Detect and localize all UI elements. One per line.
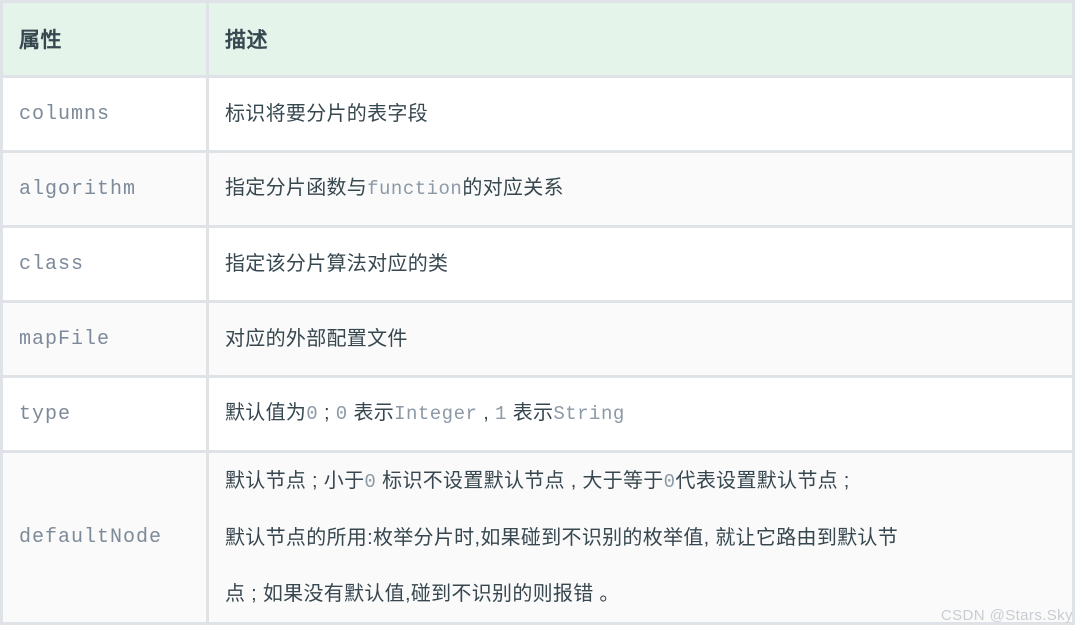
- attribute-name-cell: mapFile: [0, 303, 209, 378]
- inline-code: 0: [364, 471, 376, 493]
- table-row: class 指定该分片算法对应的类: [0, 228, 1075, 303]
- table-row: algorithm 指定分片函数与function的对应关系: [0, 153, 1075, 228]
- attribute-name-cell: defaultNode: [0, 453, 209, 625]
- attribute-description-cell: 标识将要分片的表字段: [209, 78, 1075, 153]
- description-line: 指定分片函数与function的对应关系: [225, 175, 1056, 203]
- column-header-attribute: 属性: [0, 0, 209, 78]
- description-text: 默认值为: [225, 402, 306, 424]
- attribute-name-cell: type: [0, 378, 209, 453]
- table-header: 属性 描述: [0, 0, 1075, 78]
- description-text: 默认节点的所用:枚举分片时,如果碰到不识别的枚举值, 就让它路由到默认节: [225, 527, 898, 549]
- description-text: 的对应关系: [462, 177, 564, 199]
- description-line: 默认节点 ; 小于0 标识不设置默认节点 , 大于等于0代表设置默认节点 ;: [225, 453, 1056, 510]
- description-text: 表示: [507, 402, 553, 424]
- column-header-description: 描述: [209, 0, 1075, 78]
- description-text: 表示: [348, 402, 394, 424]
- description-text: 指定分片函数与: [225, 177, 367, 199]
- description-line: 指定该分片算法对应的类: [225, 251, 1056, 278]
- attribute-description-cell: 指定该分片算法对应的类: [209, 228, 1075, 303]
- description-text: 点 ; 如果没有默认值,碰到不识别的则报错 。: [225, 583, 620, 605]
- inline-code: 0: [664, 471, 676, 493]
- description-line: 点 ; 如果没有默认值,碰到不识别的则报错 。: [225, 566, 1056, 622]
- table-row: type默认值为0 ; 0 表示Integer , 1 表示String: [0, 378, 1075, 453]
- table-row: defaultNode默认节点 ; 小于0 标识不设置默认节点 , 大于等于0代…: [0, 453, 1075, 625]
- table-header-row: 属性 描述: [0, 0, 1075, 78]
- attribute-name-cell: algorithm: [0, 153, 209, 228]
- attribute-name-cell: columns: [0, 78, 209, 153]
- description-line: 标识将要分片的表字段: [225, 101, 1056, 128]
- inline-code: 0: [336, 403, 348, 425]
- attribute-table-container: 属性 描述 columns 标识将要分片的表字段 algorithm 指定分片函数与f…: [0, 0, 1085, 631]
- description-text: ;: [318, 402, 336, 424]
- attribute-description-cell: 指定分片函数与function的对应关系: [209, 153, 1075, 228]
- description-text: ,: [477, 402, 495, 424]
- inline-code: String: [553, 403, 624, 425]
- inline-code: 1: [495, 403, 507, 425]
- attribute-description-cell: 默认节点 ; 小于0 标识不设置默认节点 , 大于等于0代表设置默认节点 ;默认…: [209, 453, 1075, 625]
- attribute-name-cell: class: [0, 228, 209, 303]
- description-line: 对应的外部配置文件: [225, 326, 1056, 353]
- description-text: 指定该分片算法对应的类: [225, 253, 448, 275]
- table-body: columns 标识将要分片的表字段 algorithm 指定分片函数与functio…: [0, 78, 1075, 625]
- attribute-description-cell: 对应的外部配置文件: [209, 303, 1075, 378]
- description-text: 标识不设置默认节点 , 大于等于: [376, 470, 663, 492]
- attribute-table: 属性 描述 columns 标识将要分片的表字段 algorithm 指定分片函数与f…: [0, 0, 1075, 625]
- description-line: 默认值为0 ; 0 表示Integer , 1 表示String: [225, 400, 1056, 428]
- inline-code: 0: [306, 403, 318, 425]
- inline-code: Integer: [394, 403, 477, 425]
- description-text: 默认节点 ; 小于: [225, 470, 364, 492]
- table-row: mapFile 对应的外部配置文件: [0, 303, 1075, 378]
- table-row: columns 标识将要分片的表字段: [0, 78, 1075, 153]
- attribute-description-cell: 默认值为0 ; 0 表示Integer , 1 表示String: [209, 378, 1075, 453]
- description-text: 对应的外部配置文件: [225, 328, 408, 350]
- description-text: 代表设置默认节点 ;: [676, 470, 850, 492]
- description-text: 标识将要分片的表字段: [225, 103, 428, 125]
- inline-code: function: [367, 178, 462, 200]
- description-line: 默认节点的所用:枚举分片时,如果碰到不识别的枚举值, 就让它路由到默认节: [225, 510, 1056, 566]
